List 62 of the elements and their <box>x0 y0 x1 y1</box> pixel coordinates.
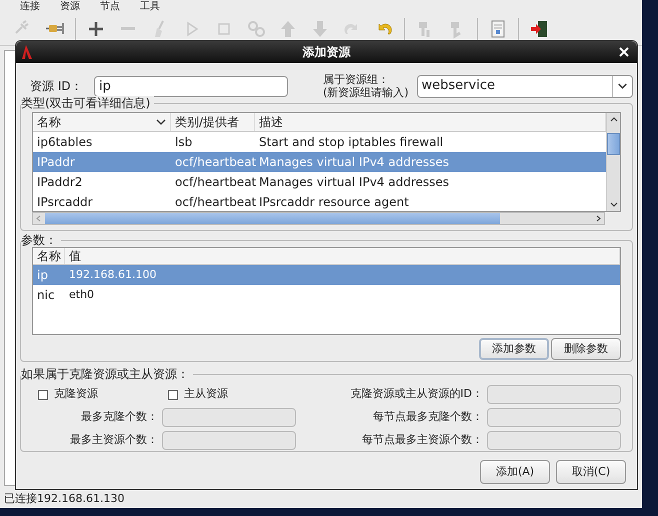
button[interactable]: 添加(A) <box>480 460 550 484</box>
table-cell-text: IPsrcaddr <box>36 194 94 211</box>
field-label: 最多主资源个数： <box>69 432 159 448</box>
column-header[interactable]: 类别/提供者 <box>171 113 255 131</box>
table-cell-text: ocf/heartbeat <box>174 194 255 211</box>
input-field[interactable]: ip <box>94 76 288 96</box>
table-cell-text: IPsrcaddr resource agent <box>258 194 410 211</box>
table-cell-text: 192.168.61.100 <box>68 266 158 283</box>
table-cell-text: eth0 <box>68 286 96 303</box>
table-row[interactable]: IPaddr2 ocf/heartbeat Manages virtual IPv4 addresses <box>33 172 606 192</box>
close-icon[interactable] <box>619 47 629 57</box>
input-field[interactable] <box>487 385 621 404</box>
app-logo-icon <box>20 44 34 60</box>
button[interactable]: 删除参数 <box>551 338 621 360</box>
table-cell-text: lsb <box>174 134 194 151</box>
horizontal-scrollbar[interactable] <box>32 212 605 225</box>
minus-icon <box>121 27 135 30</box>
field-label: 属于资源组： <box>322 73 390 86</box>
status-bar-text: 已连接192.168.61.130 <box>3 491 126 507</box>
combo-box[interactable]: webservice <box>416 74 634 98</box>
menu-item[interactable]: 工具 <box>140 2 160 12</box>
section-label: 参数： <box>21 233 61 247</box>
button[interactable]: 添加参数 <box>479 338 549 360</box>
table-cell-text: ip <box>36 267 49 284</box>
field-label: 最多克隆个数： <box>80 409 159 426</box>
menu-item[interactable]: 节点 <box>100 2 120 12</box>
field-label: 克隆资源或主从资源的ID： <box>349 386 484 402</box>
menu-item[interactable]: 资源 <box>60 2 80 12</box>
section-label: 类型(双击可看详细信息) <box>21 96 154 110</box>
table-row[interactable]: ip6tables lsb Start and stop iptables firewall <box>33 132 606 152</box>
scrollbar-thumb[interactable] <box>607 133 620 155</box>
gears-icon <box>246 18 266 38</box>
arrow-up-icon <box>278 18 298 38</box>
window-title: 添加资源 <box>302 44 352 61</box>
field-label: 资源 ID： <box>29 78 84 95</box>
button[interactable]: 取消(C) <box>556 460 626 484</box>
field-label: (新资源组请输入) <box>322 86 409 99</box>
table-cell-text: ocf/heartbeat <box>174 174 255 191</box>
column-header[interactable]: 名称 <box>33 113 171 131</box>
sort-chevron-icon <box>156 118 166 126</box>
table-cell-text: Manages virtual IPv4 addresses <box>258 174 450 191</box>
table-cell-text: nic <box>36 287 56 304</box>
table-cell-text: Manages virtual IPv4 addresses <box>258 154 450 171</box>
field-label: 每节点最多主资源个数： <box>361 432 484 448</box>
table-cell-text: Start and stop iptables firewall <box>258 134 444 151</box>
column-header[interactable]: 名称 <box>33 248 65 264</box>
arrow-down-icon <box>310 18 330 38</box>
menu-item[interactable]: 连接 <box>20 2 40 12</box>
table-cell-text: IPaddr2 <box>36 174 84 191</box>
checkbox[interactable]: 克隆资源 <box>32 386 162 403</box>
table-cell-text: ocf/heartbeat <box>174 154 255 171</box>
section-label: 如果属于克隆资源或主从资源： <box>21 367 193 381</box>
table-row[interactable]: nic eth0 <box>33 285 620 305</box>
field-label: 每节点最多克隆个数： <box>372 409 484 426</box>
vertical-scrollbar[interactable] <box>606 113 620 211</box>
exit-door-icon <box>529 18 549 38</box>
column-header[interactable]: 值 <box>65 248 620 264</box>
table-row[interactable]: IPsrcaddr ocf/heartbeat IPsrcaddr resource agent <box>33 192 606 211</box>
table-cell-text: ip6tables <box>36 134 94 151</box>
checkbox[interactable]: 主从资源 <box>162 386 302 403</box>
table-cell-text: IPaddr <box>36 154 76 171</box>
scrollbar-thumb[interactable] <box>45 213 500 224</box>
